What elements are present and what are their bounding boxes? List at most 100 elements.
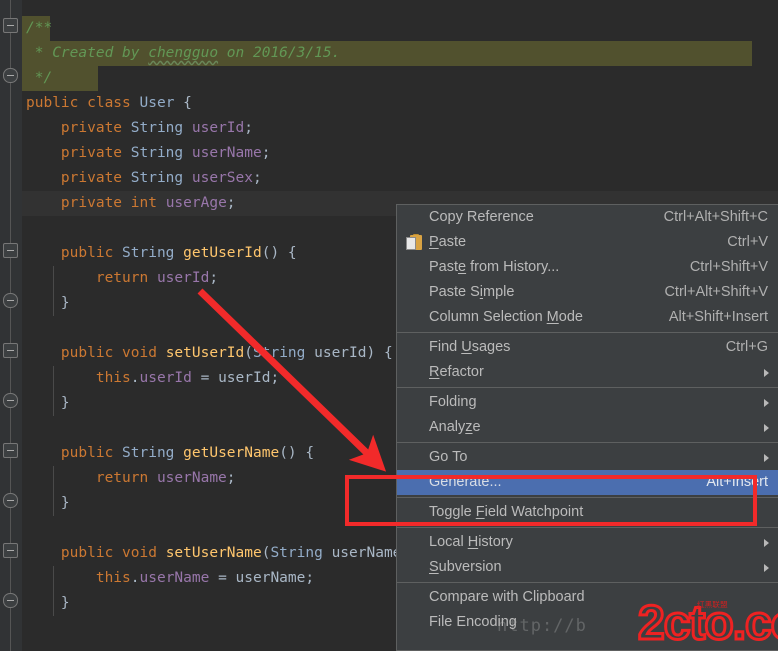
menu-item-label: Paste Simple xyxy=(429,280,514,305)
code-token: public void xyxy=(26,545,166,561)
menu-item-subversion[interactable]: Subversion xyxy=(397,555,778,580)
menu-item-shortcut: Ctrl+G xyxy=(726,335,768,360)
code-token: = userName; xyxy=(209,570,314,586)
code-token: /** xyxy=(26,20,52,36)
fold-marker[interactable] xyxy=(3,493,18,508)
submenu-arrow-icon xyxy=(764,424,769,432)
code-token: String xyxy=(131,145,183,161)
menu-item-generate[interactable]: Generate... Alt+Insert xyxy=(397,470,778,495)
menu-item-label: Generate... xyxy=(429,470,502,495)
code-token: getUserId xyxy=(183,245,262,261)
code-token: on 2016/3/15. xyxy=(218,45,340,61)
code-line: private String userSex; xyxy=(22,166,778,191)
submenu-arrow-icon xyxy=(764,399,769,407)
indent-guide xyxy=(53,566,54,616)
code-token: public xyxy=(26,445,122,461)
menu-item-shortcut: Ctrl+Alt+Shift+C xyxy=(664,205,768,230)
fold-marker[interactable] xyxy=(3,243,18,258)
code-token: setUserName xyxy=(166,545,262,561)
code-token xyxy=(174,445,183,461)
menu-item-paste-simple[interactable]: Paste Simple Ctrl+Alt+Shift+V xyxy=(397,280,778,305)
submenu-arrow-icon xyxy=(764,564,769,572)
submenu-arrow-icon xyxy=(764,539,769,547)
menu-item-copy-reference[interactable]: Copy Reference Ctrl+Alt+Shift+C xyxy=(397,205,778,230)
code-token: String xyxy=(253,345,305,361)
code-token: String xyxy=(270,545,322,561)
code-token: this xyxy=(26,370,131,386)
code-token: { xyxy=(174,95,191,111)
menu-separator xyxy=(397,387,778,388)
code-token: userId xyxy=(157,270,209,286)
menu-item-column-selection-mode[interactable]: Column Selection ModeAlt+Shift+Insert xyxy=(397,305,778,330)
menu-item-label: Toggle Field Watchpoint xyxy=(429,500,583,525)
code-token: } xyxy=(26,395,70,411)
code-token: ; xyxy=(227,195,236,211)
code-token xyxy=(183,170,192,186)
menu-item-refactor[interactable]: Refactor xyxy=(397,360,778,385)
watermark-chinese-text: 红黑联盟 xyxy=(697,601,728,609)
menu-item-folding[interactable]: Folding xyxy=(397,390,778,415)
code-token: private xyxy=(26,120,131,136)
code-token: this xyxy=(26,570,131,586)
menu-separator xyxy=(397,497,778,498)
fold-marker[interactable] xyxy=(3,68,18,83)
code-token: userSex xyxy=(192,170,253,186)
fold-marker[interactable] xyxy=(3,593,18,608)
menu-item-shortcut: Alt+Insert xyxy=(706,470,768,495)
code-token: return xyxy=(26,470,157,486)
fold-marker[interactable] xyxy=(3,393,18,408)
watermark-url: http://b xyxy=(497,616,587,636)
code-token: userId xyxy=(192,120,244,136)
menu-item-shortcut: Ctrl+V xyxy=(727,230,768,255)
menu-item-shortcut: Ctrl+Alt+Shift+V xyxy=(664,280,768,305)
fold-marker[interactable] xyxy=(3,18,18,33)
code-token: = userId; xyxy=(192,370,279,386)
menu-item-label: Find Usages xyxy=(429,335,510,360)
menu-item-shortcut: Alt+Shift+Insert xyxy=(669,305,768,330)
code-token: ( xyxy=(244,345,253,361)
menu-item-analyze[interactable]: Analyze xyxy=(397,415,778,440)
menu-item-local-history[interactable]: Local History xyxy=(397,530,778,555)
code-token: . xyxy=(131,570,140,586)
code-token: ; xyxy=(244,120,253,136)
menu-item-paste-from-history[interactable]: Paste from History...Ctrl+Shift+V xyxy=(397,255,778,280)
submenu-arrow-icon xyxy=(764,369,769,377)
menu-item-label: Compare with Clipboard xyxy=(429,585,585,610)
menu-item-label: Folding xyxy=(429,390,477,415)
code-token: ; xyxy=(227,470,236,486)
submenu-arrow-icon xyxy=(764,454,769,462)
code-token: userName xyxy=(140,570,210,586)
fold-marker[interactable] xyxy=(3,543,18,558)
code-token: String xyxy=(122,445,174,461)
editor-gutter[interactable] xyxy=(0,0,22,651)
menu-item-label: Paste from History... xyxy=(429,255,559,280)
code-line: private String userName; xyxy=(22,141,778,166)
fold-marker[interactable] xyxy=(3,443,18,458)
editor-context-menu[interactable]: Copy Reference Ctrl+Alt+Shift+CPasteCtrl+… xyxy=(396,204,778,651)
indent-guide xyxy=(53,366,54,416)
code-token: userAge xyxy=(166,195,227,211)
code-token: public void xyxy=(26,345,166,361)
code-token: userId xyxy=(305,345,366,361)
code-token: * Created by xyxy=(26,45,148,61)
code-token: getUserName xyxy=(183,445,279,461)
menu-item-toggle-field-watchpoint[interactable]: Toggle Field Watchpoint xyxy=(397,500,778,525)
menu-item-label: Go To xyxy=(429,445,467,470)
code-token: private int xyxy=(26,195,166,211)
menu-item-label: Copy Reference xyxy=(429,205,534,230)
code-token: public class xyxy=(26,95,140,111)
fold-marker[interactable] xyxy=(3,293,18,308)
screenshot-root: /** * Created by chengguo on 2016/3/15. … xyxy=(0,0,778,651)
menu-item-find-usages[interactable]: Find Usages Ctrl+G xyxy=(397,335,778,360)
code-line: public class User { xyxy=(22,91,778,116)
code-token: ; xyxy=(253,170,262,186)
menu-separator xyxy=(397,582,778,583)
fold-marker[interactable] xyxy=(3,343,18,358)
code-token: } xyxy=(26,495,70,511)
menu-item-label: Analyze xyxy=(429,415,481,440)
code-line: private String userId; xyxy=(22,116,778,141)
menu-item-go-to[interactable]: Go To xyxy=(397,445,778,470)
code-token: ) { xyxy=(367,345,393,361)
code-token: () { xyxy=(279,445,314,461)
menu-item-paste[interactable]: PasteCtrl+V xyxy=(397,230,778,255)
